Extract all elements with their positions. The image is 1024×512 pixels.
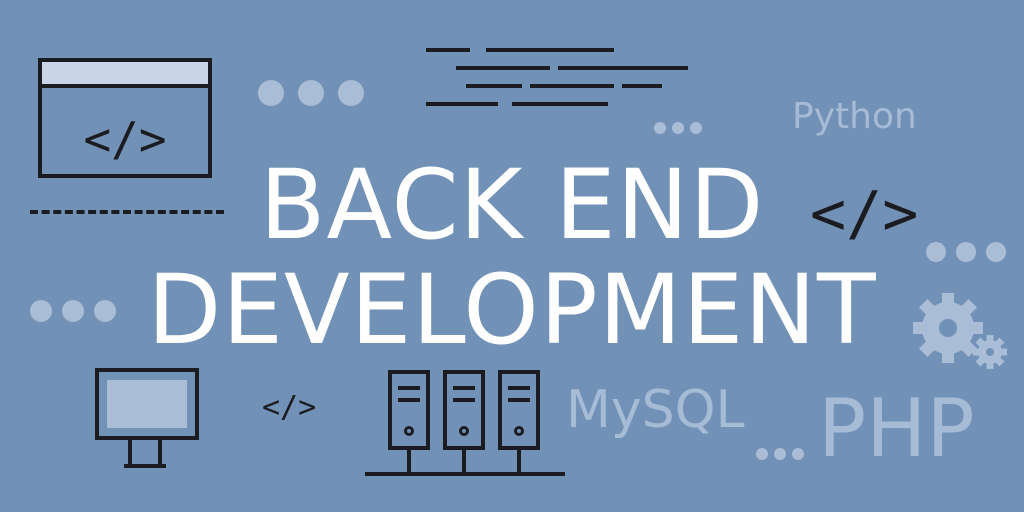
dot <box>672 122 684 134</box>
monitor-screen <box>107 380 187 428</box>
monitor-icon <box>95 368 199 440</box>
mysql-label: MySQL <box>566 380 745 440</box>
gear-icon <box>913 293 1007 369</box>
code-line <box>456 66 550 70</box>
code-line <box>426 48 470 52</box>
browser-title-bar <box>42 62 208 88</box>
monitor-stand <box>158 440 162 466</box>
code-line <box>530 84 614 88</box>
server-rack-icon <box>443 370 485 450</box>
server-rack-icon <box>388 370 430 450</box>
dot <box>298 80 324 106</box>
code-line <box>426 102 498 106</box>
monitor-base <box>124 464 166 468</box>
code-tag-icon: </> <box>810 179 919 249</box>
dot <box>690 122 702 134</box>
server-leg <box>462 450 466 472</box>
code-line <box>512 102 608 106</box>
small-code-tag-icon: </> <box>262 390 317 425</box>
code-line <box>558 66 688 70</box>
code-lines-icon <box>426 48 690 112</box>
dot <box>258 80 284 106</box>
dot <box>792 448 804 460</box>
headline-line-2: DEVELOPMENT <box>147 254 877 366</box>
server-leg <box>517 450 521 472</box>
php-label: PHP <box>818 382 975 475</box>
server-leg <box>407 450 411 472</box>
python-label: Python <box>792 96 917 137</box>
code-line <box>466 84 522 88</box>
code-line <box>486 48 614 52</box>
code-line <box>622 84 662 88</box>
dot <box>756 448 768 460</box>
dot <box>338 80 364 106</box>
server-base <box>365 472 565 476</box>
server-rack-icon <box>498 370 540 450</box>
dot <box>774 448 786 460</box>
monitor-stand <box>128 440 132 466</box>
dot <box>654 122 666 134</box>
